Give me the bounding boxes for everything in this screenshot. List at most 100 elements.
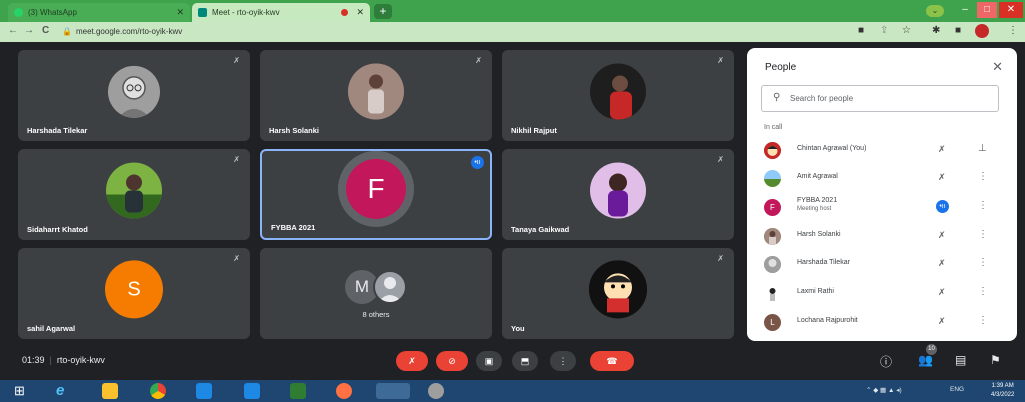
new-tab-button[interactable]: +	[374, 4, 392, 19]
mic-toggle-button[interactable]: ✗	[396, 351, 428, 371]
clock[interactable]: 1:39 AM 4/3/2022	[991, 382, 1014, 400]
bookmark-star-icon[interactable]: ☆	[902, 25, 911, 36]
avatar-initial: F	[764, 199, 781, 216]
close-tab-icon[interactable]: ✕	[176, 7, 184, 18]
forward-button[interactable]: →	[24, 25, 34, 36]
reload-button[interactable]: C	[42, 25, 49, 36]
mic-off-icon: ✗	[938, 172, 946, 182]
zoom-icon[interactable]	[196, 383, 212, 399]
captions-button[interactable]: ▣	[476, 351, 502, 371]
chat-icon[interactable]: ▤	[955, 353, 966, 367]
meeting-info: 01:39 | rto-oyik-kwv	[22, 355, 105, 365]
more-options-icon[interactable]: ⋮	[978, 229, 988, 240]
chrome-active-icon[interactable]	[376, 383, 410, 399]
section-label: In call	[764, 124, 783, 131]
person-row[interactable]: Laxmi Rathi ✗ ⋮	[747, 279, 1017, 307]
participant-name: Sidaharrt Khatod	[27, 225, 88, 234]
more-options-icon[interactable]: ⋮	[978, 171, 988, 182]
video-tile[interactable]: ✗ Harsh Solanki	[260, 50, 492, 141]
video-tile[interactable]: ✗ Nikhil Rajput	[502, 50, 734, 141]
video-tile[interactable]: ✗ Harshada Tilekar	[18, 50, 250, 141]
tray-icons[interactable]: ⌃ ◆ ▦ ▲ ◂)	[866, 386, 902, 394]
person-name: Chintan Agrawal (You)	[797, 145, 867, 152]
person-row[interactable]: Harsh Solanki ✗ ⋮	[747, 222, 1017, 250]
leave-call-button[interactable]: ☎	[590, 351, 634, 371]
more-options-icon[interactable]: ⋮	[978, 257, 988, 268]
avatar	[764, 285, 781, 302]
person-row[interactable]: Amit Agrawal ✗ ⋮	[747, 164, 1017, 192]
chevron-down-icon[interactable]: ⌄	[926, 5, 944, 17]
close-window-icon[interactable]: ✕	[999, 2, 1023, 18]
close-tab-icon[interactable]: ✕	[356, 7, 364, 18]
avatar-initial: S	[105, 259, 163, 318]
others-avatars: M	[345, 270, 407, 304]
participant-name: Harsh Solanki	[269, 126, 320, 135]
person-name: FYBBA 2021	[797, 197, 838, 204]
file-explorer-icon[interactable]	[102, 383, 118, 399]
avatar	[764, 170, 781, 187]
video-tile[interactable]: ✗ Tanaya Gaikwad	[502, 149, 734, 240]
avatar	[348, 63, 404, 120]
pin-icon[interactable]: ⊥	[978, 143, 987, 154]
participant-name: Tanaya Gaikwad	[511, 225, 570, 234]
person-row[interactable]: F FYBBA 2021 Meeting host •ıı ⋮	[747, 193, 1017, 221]
people-icon[interactable]: 👥	[918, 353, 933, 367]
person-icon	[373, 270, 407, 304]
person-role: Meeting host	[797, 206, 832, 212]
info-icon[interactable]: ⓘ	[880, 353, 892, 370]
person-row[interactable]: L Lochana Rajpurohit ✗ ⋮	[747, 308, 1017, 336]
search-input[interactable]	[790, 90, 990, 107]
meet-icon	[198, 8, 207, 17]
omnibox[interactable]: 🔒 meet.google.com/rto-oyik-kwv	[62, 25, 902, 39]
person-row[interactable]: Harshada Tilekar ✗ ⋮	[747, 250, 1017, 278]
app-icon[interactable]	[428, 383, 444, 399]
avatar-initial: L	[764, 314, 781, 331]
avatar-initial: F	[346, 158, 406, 219]
video-tile[interactable]: ✗ Sidaharrt Khatod	[18, 149, 250, 240]
firefox-icon[interactable]	[336, 383, 352, 399]
mic-off-icon: ✗	[938, 316, 946, 326]
mic-off-icon: ✗	[717, 56, 724, 65]
tab-meet[interactable]: Meet - rto-oyik-kwv ✕	[192, 3, 370, 22]
avatar[interactable]	[975, 24, 989, 38]
activities-icon[interactable]: ⚑	[990, 353, 1001, 367]
back-button[interactable]: ←	[8, 25, 18, 36]
more-options-icon[interactable]: ⋮	[978, 200, 988, 211]
url-text: meet.google.com/rto-oyik-kwv	[75, 27, 183, 36]
window-icon[interactable]: ■	[955, 25, 961, 36]
share-icon[interactable]: ⇪	[880, 25, 888, 36]
language-indicator[interactable]: ENG	[950, 386, 964, 393]
mic-off-icon: ✗	[938, 287, 946, 297]
person-row[interactable]: Chintan Agrawal (You) ✗ ⊥	[747, 136, 1017, 164]
kebab-menu-icon[interactable]: ⋮	[1008, 25, 1018, 36]
more-options-icon[interactable]: ⋮	[978, 315, 988, 326]
chrome-icon[interactable]	[150, 383, 166, 399]
more-options-icon[interactable]: ⋮	[978, 286, 988, 297]
camera-icon[interactable]: ■	[858, 25, 864, 36]
zoom-icon[interactable]	[244, 383, 260, 399]
minimize-icon[interactable]: –	[955, 2, 975, 18]
others-count: 8 others	[362, 310, 390, 319]
speaking-indicator-icon: •ıı	[936, 200, 949, 213]
people-panel: People ✕ ⚲ In call Chintan Agrawal (You)…	[747, 48, 1017, 341]
video-tile-active-speaker[interactable]: •ıı F FYBBA 2021	[260, 149, 492, 240]
tab-whatsapp[interactable]: (3) WhatsApp ✕	[8, 3, 190, 22]
person-name: Harshada Tilekar	[797, 259, 850, 266]
video-tile[interactable]: ✗ S sahil Agarwal	[18, 248, 250, 339]
avatar	[764, 142, 781, 159]
windows-start-icon[interactable]: ⊞	[14, 383, 30, 399]
extensions-icon[interactable]: ✱	[932, 25, 940, 36]
others-tile[interactable]: M 8 others	[260, 248, 492, 339]
more-options-button[interactable]: ⋮	[550, 351, 576, 371]
edge-icon[interactable]: e	[56, 383, 72, 399]
present-button[interactable]: ⬒	[512, 351, 538, 371]
store-icon[interactable]	[290, 383, 306, 399]
mic-off-icon: ✗	[233, 155, 240, 164]
participant-name: You	[511, 324, 525, 333]
person-name: Amit Agrawal	[797, 173, 838, 180]
close-icon[interactable]: ✕	[992, 59, 1003, 75]
camera-toggle-button[interactable]: ⊘	[436, 351, 468, 371]
person-name: Laxmi Rathi	[797, 288, 834, 295]
video-tile-self[interactable]: ✗ You	[502, 248, 734, 339]
restore-icon[interactable]: □	[977, 2, 997, 18]
